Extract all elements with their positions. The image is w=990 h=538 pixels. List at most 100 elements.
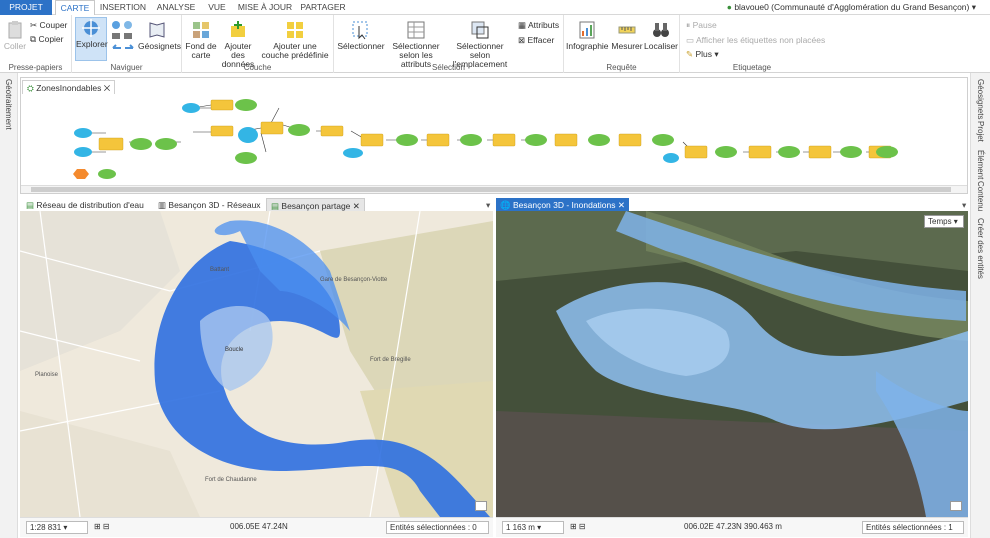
cut-label: Couper [39,20,68,30]
copy-icon: ⧉ [30,34,37,44]
view-tab-label: Réseau de distribution d'eau [36,200,144,210]
map-view-2d[interactable]: Gare de Besançon-Viotte Battant Boucle F… [20,211,493,517]
selected-features-count: Entités sélectionnées : 0 [386,521,489,534]
measure-label: Mesurer [611,41,643,51]
close-icon[interactable]: ✕ [353,201,360,211]
select-attributes-icon [407,21,425,39]
model-tab-label: ZonesInondables [36,83,102,93]
tab-projet[interactable]: PROJET [0,0,52,15]
view-tab-label: Besançon partage [281,201,351,211]
overview-icon[interactable] [475,501,487,511]
infographic-icon [579,21,595,39]
user-account[interactable]: ● blavoue0 (Communauté d'Agglomération d… [727,2,976,13]
clear-selection-button[interactable]: ⊠ Effacer [518,35,554,46]
group-label: Couche [243,63,272,72]
cut-button[interactable]: ✂ Couper [30,20,67,31]
copy-button[interactable]: ⧉ Copier [30,34,64,45]
paste-button[interactable]: Coller [3,20,27,51]
tab-zones-inondables[interactable]: ⛭ ZonesInondables ✕ [22,80,116,94]
ruler-icon [618,26,636,34]
preset-layer-icon [287,22,303,38]
add-preset-label: Ajouter une couche prédéfinie [261,41,329,60]
view-tab-label: Besançon 3D - Inondations [512,200,616,210]
group-label: Requête [606,63,637,72]
snapping-icon[interactable]: ⊞ ⊟ [570,522,586,531]
contents-pane-tab[interactable]: Contenu [976,181,985,211]
tab-partager[interactable]: PARTAGER [298,0,348,15]
explore-label: Explorer [76,39,108,49]
bookmark-icon [149,22,165,38]
tab-insertion[interactable]: INSERTION [98,0,148,15]
infographic-button[interactable]: Infographie [566,20,609,51]
group-query: Infographie Mesurer Localiser Requête [564,15,680,73]
tab-reseau-eau[interactable]: ▤ Réseau de distribution d'eau [22,198,148,212]
snapping-icon[interactable]: ⊞ ⊟ [94,522,110,531]
close-icon[interactable]: ✕ [104,83,110,93]
add-preset-layer-button[interactable]: Ajouter une couche prédéfinie [260,20,330,60]
bookmarks-button[interactable]: Géosignets [138,20,181,51]
horizontal-scrollbar[interactable] [21,185,967,193]
tab-analyse[interactable]: ANALYSE [152,0,200,15]
modelbuilder-canvas[interactable] [20,77,968,194]
time-slider-button[interactable]: Temps ▾ [924,215,964,228]
status-bar-left: 1:28 831 ▾ ⊞ ⊟ 006.05E 47.24N Entités sé… [20,517,493,537]
time-label: Temps [928,217,952,226]
create-features-pane-tab[interactable]: Créer des entités [976,218,985,279]
tab-3d-reseaux[interactable]: ▥ Besançon 3D - Réseaux [154,198,265,212]
select-button[interactable]: Sélectionner [336,20,386,51]
paste-label: Coller [3,41,27,51]
explore-icon [82,19,100,37]
explore-button[interactable]: Explorer [75,17,108,61]
select-label: Sélectionner [337,41,385,51]
labels-icon: ▭ [686,35,695,45]
pause-icon: ⏸ [686,20,691,30]
user-icon: ● [726,2,732,12]
locate-label: Localiser [644,41,679,51]
unplaced-labels-button[interactable]: ▭ Afficher les étiquettes non placées [686,35,825,46]
pause-labeling-button[interactable]: ⏸ Pause [686,20,717,31]
overview-icon[interactable] [950,501,962,511]
scale-selector[interactable]: 1:28 831 ▾ [26,521,88,534]
tab-carte[interactable]: CARTE [55,0,95,16]
attributes-button[interactable]: ▦ Attributs [518,20,559,31]
tab-menu-icon[interactable]: ▾ [482,198,494,212]
close-icon[interactable]: ✕ [618,200,625,210]
geoprocessing-tab[interactable]: Géotraitement [4,79,13,130]
distance-selector[interactable]: 1 163 m ▾ [502,521,564,534]
map-label-gare: Gare de Besançon-Viotte [320,277,388,283]
basemap-button[interactable]: Fond de carte [184,20,218,60]
tab-vue[interactable]: VUE [204,0,230,15]
tab-mise-a-jour[interactable]: MISE À JOUR [236,0,294,15]
navigation-tools-icon[interactable] [110,19,136,55]
coordinates-readout: 006.05E 47.24N [230,522,288,531]
globe-icon: 🌐 [500,200,511,210]
map-label-bregille: Fort de Bregille [370,357,411,363]
clear-icon: ⊠ [518,35,526,45]
ribbon-tabs: PROJET CARTE INSERTION ANALYSE VUE MISE … [0,0,990,16]
more-labeling-button[interactable]: ✎ Plus ▾ [686,49,719,60]
basemap-icon [193,22,209,38]
item-pane-tab[interactable]: Élément [976,150,985,179]
scene-icon: ▥ [158,200,167,210]
view-tab-label: Besançon 3D - Réseaux [168,200,261,210]
project-pane-tab[interactable]: Projet [976,121,985,142]
map-label-boucle: Boucle [225,347,244,353]
group-label: Presse-papiers [8,63,63,72]
bookmarks-pane-tab[interactable]: Géosignets [976,79,985,119]
add-data-icon [231,21,245,37]
measure-button[interactable]: Mesurer [610,20,644,51]
distance-value: 1 163 m [506,523,535,532]
attributes-label: Attributs [527,20,560,30]
add-data-button[interactable]: Ajouter des données [218,20,258,69]
scene-view-3d[interactable]: Temps ▾ [496,211,968,517]
select-by-location-button[interactable]: Sélectionner selon l'emplacement [446,20,514,69]
locate-button[interactable]: Localiser [644,20,678,51]
select-cursor-icon [352,21,368,40]
select-by-attributes-button[interactable]: Sélectionner selon les attributs [388,20,444,69]
model-diagram [73,99,898,179]
group-label: Naviguer [110,63,143,72]
model-icon: ⛭ [27,83,34,93]
tab-3d-inondations[interactable]: 🌐 Besançon 3D - Inondations ✕ [496,198,630,212]
tab-besancon-partage[interactable]: ▤ Besançon partage ✕ [266,198,365,212]
tab-menu-icon[interactable]: ▾ [958,198,970,212]
